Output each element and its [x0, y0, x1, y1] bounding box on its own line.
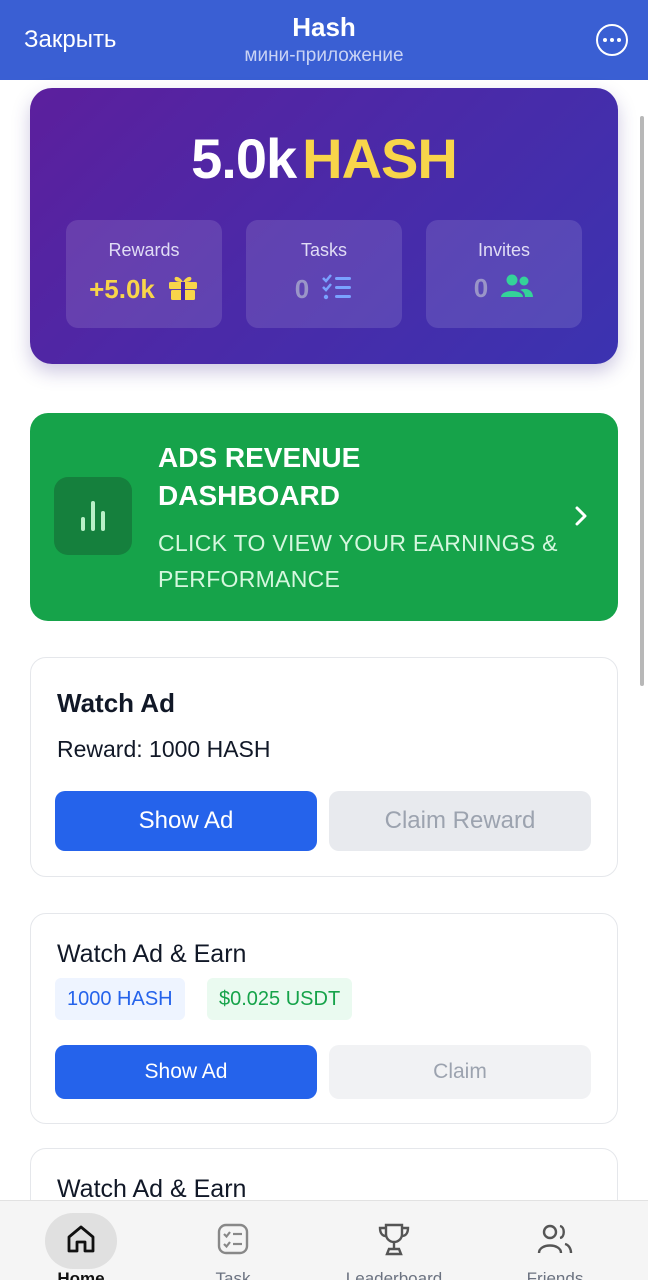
usdt-reward-badge: $0.025 USDT	[207, 978, 353, 1020]
nav-task[interactable]: Task	[152, 1201, 314, 1280]
banner-subtitle: CLICK TO VIEW YOUR EARNINGS & PERFORMANC…	[158, 530, 558, 592]
gift-icon	[167, 273, 199, 306]
users-icon	[500, 273, 534, 304]
stat-value: 0	[473, 273, 489, 303]
stat-label: Invites	[477, 240, 531, 260]
banner-title: ADS REVENUE DASHBOARD	[158, 442, 361, 511]
balance-amount: 5.0k HASH	[30, 126, 618, 191]
nav-label: Leaderboard	[345, 1269, 443, 1280]
stat-value: 0	[294, 274, 310, 304]
nav-label: Home	[57, 1269, 105, 1280]
nav-label: Task	[215, 1269, 251, 1280]
card-title: Watch Ad & Earn	[57, 940, 247, 968]
balance-value: 5.0k	[191, 127, 297, 190]
card-title: Watch Ad	[57, 688, 175, 718]
ads-revenue-banner[interactable]: ADS REVENUE DASHBOARD CLICK TO VIEW YOUR…	[30, 413, 618, 621]
friends-icon	[537, 1222, 573, 1261]
stat-label: Rewards	[108, 240, 180, 260]
trophy-icon	[377, 1221, 411, 1262]
task-icon	[216, 1222, 250, 1261]
bar-chart-icon	[54, 477, 132, 555]
chevron-right-icon	[574, 505, 588, 532]
show-ad-button[interactable]: Show Ad	[55, 1045, 317, 1099]
show-ad-button[interactable]: Show Ad	[55, 791, 317, 851]
stat-invites: Invites 0	[426, 220, 582, 328]
nav-label: Friends	[526, 1269, 584, 1280]
bottom-nav: Home Task Leaderboard Friends	[0, 1200, 648, 1280]
balance-unit: HASH	[302, 127, 458, 190]
reward-text: Reward: 1000 HASH	[57, 736, 271, 762]
top-bar: Закрыть Hash мини-приложение	[0, 0, 648, 80]
nav-leaderboard[interactable]: Leaderboard	[313, 1201, 475, 1280]
stat-value: +5.0k	[89, 274, 155, 304]
nav-friends[interactable]: Friends	[474, 1201, 636, 1280]
app-subtitle: мини-приложение	[244, 45, 404, 66]
more-options-icon[interactable]	[596, 24, 628, 56]
watch-ad-card: Watch Ad Reward: 1000 HASH Show Ad Claim…	[30, 657, 618, 877]
checklist-icon	[321, 273, 353, 306]
nav-home[interactable]: Home	[0, 1201, 162, 1280]
hash-reward-badge: 1000 HASH	[55, 978, 185, 1020]
stat-rewards: Rewards +5.0k	[66, 220, 222, 328]
stat-tasks: Tasks 0	[246, 220, 402, 328]
claim-button[interactable]: Claim	[329, 1045, 591, 1099]
watch-ad-earn-card: Watch Ad & Earn 1000 HASH $0.025 USDT Sh…	[30, 913, 618, 1124]
title-block: Hash мини-приложение	[0, 12, 648, 67]
stat-label: Tasks	[300, 240, 347, 260]
home-icon	[64, 1222, 98, 1261]
scrollbar[interactable]	[640, 116, 644, 686]
app-title: Hash	[292, 12, 356, 42]
balance-card: 5.0k HASH Rewards +5.0k Tasks 0 Invites …	[30, 88, 618, 364]
claim-reward-button[interactable]: Claim Reward	[329, 791, 591, 851]
